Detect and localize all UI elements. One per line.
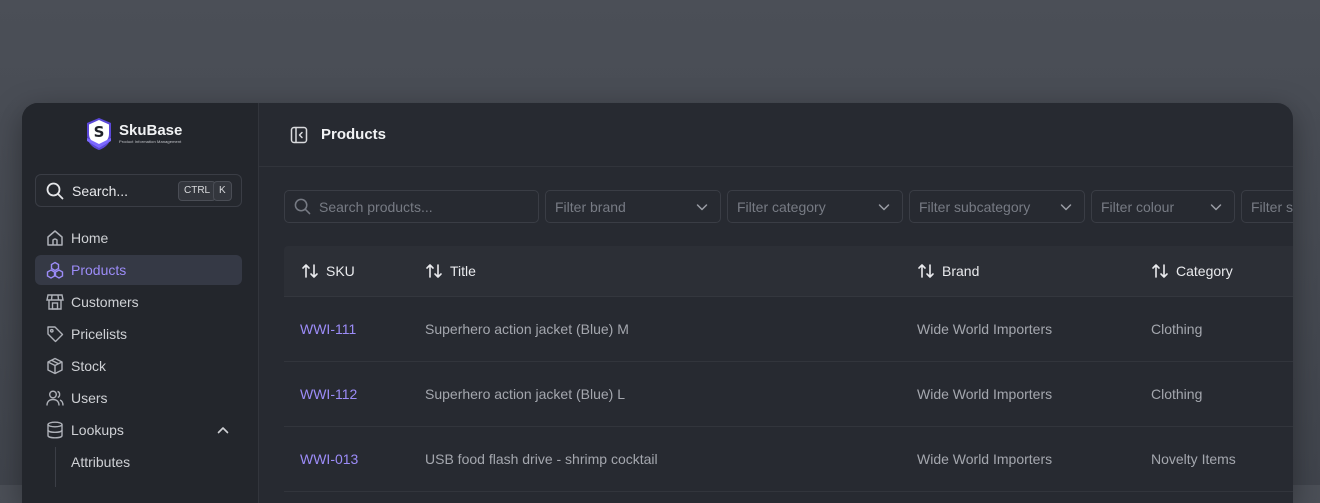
sidebar: S SkuBase Product Information Management… bbox=[22, 103, 259, 503]
chevron-up-icon[interactable] bbox=[216, 423, 230, 437]
box-icon bbox=[47, 357, 63, 375]
sort-icon bbox=[426, 264, 442, 278]
main-content: Products Search products... Filter brand… bbox=[259, 103, 1293, 503]
products-icon bbox=[46, 261, 64, 279]
column-header-label: Title bbox=[450, 263, 476, 279]
database-icon bbox=[47, 421, 63, 439]
cell-category: Clothing bbox=[1151, 321, 1203, 337]
page-header: Products bbox=[259, 103, 1293, 167]
home-icon bbox=[47, 230, 63, 246]
cell-brand: Wide World Importers bbox=[917, 451, 1053, 467]
filter-colour-select[interactable]: Filter colour bbox=[1091, 190, 1235, 223]
global-search[interactable]: Search... CTRL K bbox=[35, 174, 242, 207]
table-row[interactable]: WWI-111 Superhero action jacket (Blue) M… bbox=[284, 297, 1293, 362]
shortcut-k-key: K bbox=[213, 181, 232, 201]
sidebar-item-home[interactable]: Home bbox=[35, 223, 242, 253]
cell-sku[interactable]: WWI-112 bbox=[300, 362, 357, 426]
sidebar-nav: Home Products Customers Pricelists Stock… bbox=[35, 223, 242, 487]
table-row[interactable]: WWI-013 USB food flash drive - shrimp co… bbox=[284, 427, 1293, 492]
filter-next-select[interactable]: Filter st bbox=[1241, 190, 1293, 223]
sidebar-item-stock[interactable]: Stock bbox=[35, 351, 242, 381]
column-header-sku[interactable]: SKU bbox=[301, 246, 355, 296]
submenu-guide-line bbox=[55, 447, 56, 487]
cell-title: USB food flash drive - shrimp cocktail bbox=[425, 451, 658, 467]
sidebar-item-lookups[interactable]: Lookups bbox=[35, 415, 242, 445]
sidebar-item-label: Lookups bbox=[71, 422, 124, 438]
sidebar-item-label: Products bbox=[71, 262, 127, 278]
filter-next-label: Filter st bbox=[1251, 198, 1293, 215]
users-icon bbox=[46, 390, 64, 406]
cell-category: Clothing bbox=[1151, 386, 1203, 402]
sidebar-subitem-label: Attributes bbox=[71, 454, 131, 470]
sidebar-item-customers[interactable]: Customers bbox=[35, 287, 242, 317]
sort-icon bbox=[1152, 264, 1168, 278]
column-header-title[interactable]: Title bbox=[425, 246, 476, 296]
sidebar-item-label: Home bbox=[71, 230, 109, 246]
brand-tagline: Product Information Management bbox=[119, 139, 182, 144]
store-icon bbox=[46, 294, 64, 310]
cell-sku[interactable]: WWI-111 bbox=[300, 297, 356, 361]
filter-subcategory-select[interactable]: Filter subcategory bbox=[909, 190, 1085, 223]
search-label: Search... bbox=[72, 182, 129, 199]
lookups-submenu: Attributes bbox=[35, 447, 242, 487]
cell-brand: Wide World Importers bbox=[917, 321, 1053, 337]
app-window: S SkuBase Product Information Management… bbox=[22, 103, 1293, 503]
cell-sku[interactable]: WWI-013 bbox=[300, 427, 358, 491]
search-placeholder: Search products... bbox=[319, 198, 433, 215]
sidebar-item-label: Stock bbox=[71, 358, 107, 374]
skubase-logo-icon: S bbox=[87, 118, 111, 150]
filter-colour-label: Filter colour bbox=[1101, 198, 1175, 215]
page-title: Products bbox=[321, 126, 387, 143]
product-search-input[interactable]: Search products... bbox=[284, 190, 539, 223]
cell-category: Novelty Items bbox=[1151, 451, 1236, 467]
cell-brand: Wide World Importers bbox=[917, 386, 1053, 402]
sidebar-toggle-icon[interactable] bbox=[290, 126, 308, 144]
column-header-category[interactable]: Category bbox=[1151, 246, 1233, 296]
filter-subcategory-label: Filter subcategory bbox=[919, 198, 1031, 215]
cell-title: Superhero action jacket (Blue) M bbox=[425, 321, 629, 337]
filter-bar: Search products... Filter brand Filter c… bbox=[284, 190, 1293, 223]
filter-brand-select[interactable]: Filter brand bbox=[545, 190, 721, 223]
search-icon bbox=[46, 182, 64, 199]
filter-brand-label: Filter brand bbox=[555, 198, 626, 215]
chevron-down-icon bbox=[696, 204, 708, 211]
column-header-label: Category bbox=[1176, 263, 1233, 279]
filter-category-select[interactable]: Filter category bbox=[727, 190, 903, 223]
sidebar-item-pricelists[interactable]: Pricelists bbox=[35, 319, 242, 349]
sidebar-item-label: Customers bbox=[71, 294, 139, 310]
sort-icon bbox=[918, 264, 934, 278]
column-header-label: SKU bbox=[326, 263, 355, 279]
search-icon bbox=[294, 198, 311, 215]
tag-icon bbox=[47, 326, 64, 343]
sidebar-subitem-attributes[interactable]: Attributes bbox=[35, 447, 242, 477]
brand-name: SkuBase bbox=[119, 122, 183, 139]
sidebar-item-label: Users bbox=[71, 390, 108, 406]
sidebar-item-label: Pricelists bbox=[71, 326, 128, 342]
svg-text:S: S bbox=[94, 123, 105, 141]
cell-title: Superhero action jacket (Blue) L bbox=[425, 386, 625, 402]
column-header-brand[interactable]: Brand bbox=[917, 246, 979, 296]
table-header: SKU Title Brand Category bbox=[284, 246, 1293, 297]
shortcut-ctrl-key: CTRL bbox=[178, 181, 217, 201]
table-row[interactable]: WWI-112 Superhero action jacket (Blue) L… bbox=[284, 362, 1293, 427]
chevron-down-icon bbox=[878, 204, 890, 211]
filter-category-label: Filter category bbox=[737, 198, 826, 215]
sidebar-item-products[interactable]: Products bbox=[35, 255, 242, 285]
column-header-label: Brand bbox=[942, 263, 980, 279]
brand-logo[interactable]: S SkuBase Product Information Management bbox=[86, 117, 182, 151]
sidebar-item-users[interactable]: Users bbox=[35, 383, 242, 413]
chevron-down-icon bbox=[1210, 204, 1222, 211]
products-table: SKU Title Brand Category WWI-111 Superhe… bbox=[284, 246, 1293, 492]
sort-icon bbox=[302, 264, 318, 278]
chevron-down-icon bbox=[1060, 204, 1072, 211]
